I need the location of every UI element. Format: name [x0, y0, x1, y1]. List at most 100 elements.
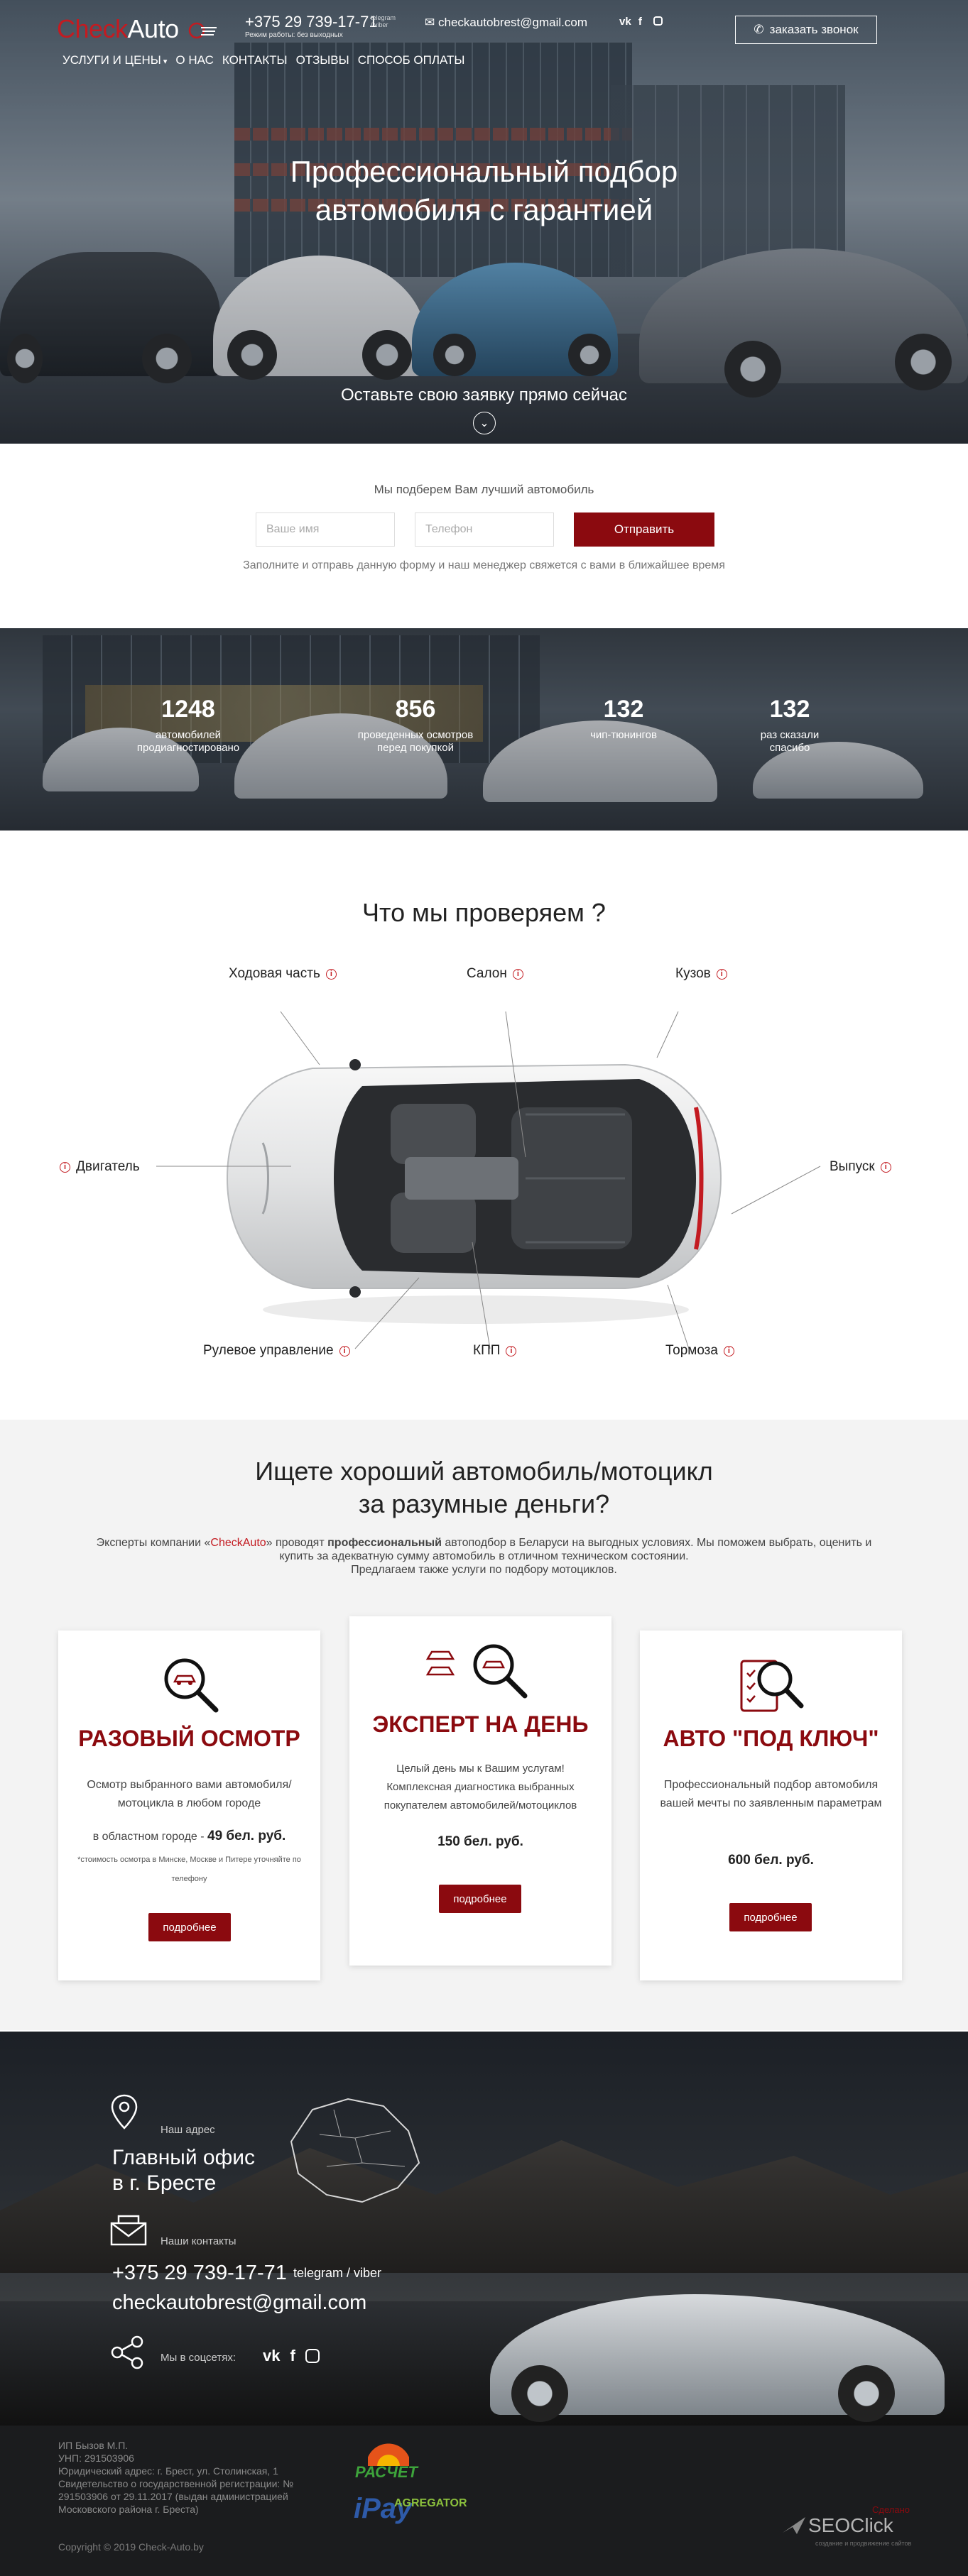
header-email[interactable]: ✉ checkautobrest@gmail.com — [425, 16, 587, 30]
form-heading: Мы подберем Вам лучший автомобиль — [374, 483, 594, 496]
contacts-label: Наши контакты — [161, 2235, 236, 2247]
callback-button[interactable]: ✆ заказать звонок — [735, 16, 877, 44]
service-card-turnkey: АВТО "ПОД КЛЮЧ" Профессиональный подбор … — [640, 1630, 902, 1980]
nav-item-services[interactable]: УСЛУГИ И ЦЕНЫ ▾ — [62, 53, 167, 67]
point-exhaust-label: Выпуск — [830, 1159, 875, 1174]
service-card-more-button[interactable]: подробнее — [148, 1913, 231, 1941]
services-text-part1: Эксперты компании « — [96, 1537, 211, 1549]
service-card-desc: Профессиональный подбор автомобиля вашей… — [660, 1779, 882, 1809]
callback-label: заказать звонок — [769, 23, 859, 36]
info-icon: i — [512, 968, 523, 980]
stat-diagnostics: 1248 автомобилей продиагностировано — [117, 696, 259, 755]
address-line1: Главный офис — [112, 2146, 256, 2169]
inspect-pointer-lines — [156, 1011, 821, 1349]
scroll-down-button[interactable]: ⌄ — [473, 412, 496, 434]
info-icon: i — [506, 1345, 517, 1356]
stat-thanks: 132 раз сказали спасибо — [719, 696, 861, 755]
logo-car-icon — [188, 23, 217, 39]
point-exhaust[interactable]: Выпуск i — [830, 1159, 891, 1175]
nav-label-services: УСЛУГИ И ЦЕНЫ — [62, 53, 161, 67]
stat-label: автомобилей продиагностировано — [136, 729, 240, 754]
instagram-icon[interactable] — [653, 16, 663, 26]
services-text-brand[interactable]: CheckAuto — [210, 1537, 266, 1549]
point-body-label: Кузов — [675, 966, 711, 981]
point-body[interactable]: Кузов i — [675, 966, 727, 982]
contacts-social: vk f — [263, 2347, 320, 2365]
service-card-price: 49 бел. руб. — [207, 1829, 286, 1843]
name-input[interactable] — [256, 513, 395, 547]
info-icon: i — [325, 968, 337, 980]
service-card-price-line: в областном городе - 49 бел. руб. — [72, 1827, 306, 1846]
stat-label: чип-тюнингов — [590, 729, 657, 741]
header-phone[interactable]: +375 29 739-17-71 — [245, 13, 378, 31]
services-title: Ищете хороший автомобиль/мотоцикл за раз… — [0, 1455, 968, 1520]
instagram-icon[interactable] — [305, 2349, 320, 2363]
logo[interactable]: CheckAuto — [57, 14, 218, 44]
footer-company: ИП Бызов М.П. — [58, 2440, 129, 2451]
checklist-magnifier-icon — [740, 1660, 804, 1712]
erip-logo: РАСЧЕТ — [355, 2442, 433, 2484]
service-card-title: РАЗОВЫЙ ОСМОТР — [78, 1726, 300, 1751]
point-salon[interactable]: Салон i — [467, 966, 523, 982]
point-steering-label: Рулевое управление — [203, 1343, 334, 1358]
point-brakes-label: Тормоза — [665, 1343, 718, 1358]
point-gearbox[interactable]: КПП i — [473, 1343, 517, 1359]
form-note: Заполните и отправь данную форму и наш м… — [243, 559, 725, 571]
services-text-para: Эксперты компании «CheckAuto» проводят п… — [92, 1536, 876, 1563]
developer-logo[interactable]: Сделано SEOClick создание и продвижение … — [781, 2504, 923, 2554]
contacts-phone[interactable]: +375 29 739-17-71 — [112, 2260, 287, 2286]
nav-item-about[interactable]: О НАС — [175, 53, 213, 67]
chevron-down-icon: ⌄ — [479, 417, 489, 429]
hero-subtitle: Оставьте свою заявку прямо сейчас — [340, 385, 628, 405]
point-chassis[interactable]: Ходовая часть i — [229, 966, 337, 982]
services-text: Эксперты компании «CheckAuto» проводят п… — [92, 1536, 876, 1577]
share-icon — [111, 2335, 143, 2369]
service-card-more-button[interactable]: подробнее — [439, 1885, 521, 1913]
footer-legal: ИП Бызов М.П. УНП: 291503906 Юридический… — [58, 2439, 328, 2516]
nav-item-reviews[interactable]: ОТЗЫВЫ — [296, 53, 349, 67]
point-chassis-label: Ходовая часть — [229, 966, 320, 981]
erip-text: РАСЧЕТ — [355, 2463, 418, 2481]
service-card-title: ЭКСПЕРТ НА ДЕНЬ — [372, 1711, 589, 1737]
stat-inspections: 856 проведенных осмотров перед покупкой — [344, 696, 486, 755]
chevron-down-icon: ▾ — [161, 57, 168, 66]
service-card-more-button[interactable]: подробнее — [729, 1903, 812, 1931]
facebook-icon[interactable]: f — [638, 16, 646, 28]
service-card-single: РАЗОВЫЙ ОСМОТР Осмотр выбранного вами ав… — [58, 1630, 320, 1980]
header-email-text: checkautobrest@gmail.com — [437, 16, 587, 29]
hero-title-line1: Профессиональный подбор — [290, 155, 678, 188]
stat-label: раз сказали спасибо — [760, 729, 820, 754]
point-engine-label: Двигатель — [76, 1159, 140, 1174]
service-card-note: *стоимость осмотра в Минске, Москве и Пи… — [77, 1856, 301, 1883]
services-title-line1: Ищете хороший автомобиль/мотоцикл — [255, 1457, 713, 1486]
social-label: Мы в соцсетях: — [161, 2352, 236, 2364]
stat-number: 132 — [769, 696, 810, 723]
info-icon: i — [339, 1345, 350, 1356]
facebook-icon[interactable]: f — [290, 2347, 295, 2365]
location-pin-icon — [111, 2094, 138, 2130]
point-steering[interactable]: Рулевое управление i — [203, 1343, 350, 1359]
service-card-price-prefix: в областном городе - — [92, 1831, 208, 1843]
stat-number: 132 — [603, 696, 644, 723]
stat-chiptuning: 132 чип-тюнингов — [553, 696, 695, 742]
vk-icon[interactable]: vk — [263, 2347, 280, 2365]
service-card-title: АВТО "ПОД КЛЮЧ" — [663, 1726, 879, 1751]
service-card-desc: Осмотр выбранного вами автомобиля/мотоци… — [87, 1779, 292, 1809]
nav-item-contacts[interactable]: КОНТАКТЫ — [222, 53, 288, 67]
nav-item-payment[interactable]: СПОСОБ ОПЛАТЫ — [358, 53, 465, 67]
submit-button[interactable]: Отправить — [574, 513, 714, 547]
address-text: Главный офис в г. Бресте — [112, 2145, 255, 2196]
address-line2: в г. Бресте — [112, 2171, 217, 2195]
vk-icon[interactable]: vk — [619, 16, 631, 28]
service-card-desc: Целый день мы к Вашим услугам! Комплексн… — [384, 1763, 577, 1812]
phone-input[interactable] — [415, 513, 554, 547]
contacts-phone-tag: telegram / viber — [293, 2266, 382, 2280]
stat-number: 856 — [395, 696, 436, 723]
seoclick-arrow-icon — [783, 2517, 805, 2534]
header-social: vk f — [619, 16, 663, 28]
point-engine[interactable]: i Двигатель — [60, 1159, 140, 1175]
contacts-email[interactable]: checkautobrest@gmail.com — [112, 2290, 366, 2315]
service-card-price: 150 бел. руб. — [437, 1834, 523, 1849]
header-hours: Режим работы: без выходных — [245, 31, 343, 39]
point-brakes[interactable]: Тормоза i — [665, 1343, 734, 1359]
